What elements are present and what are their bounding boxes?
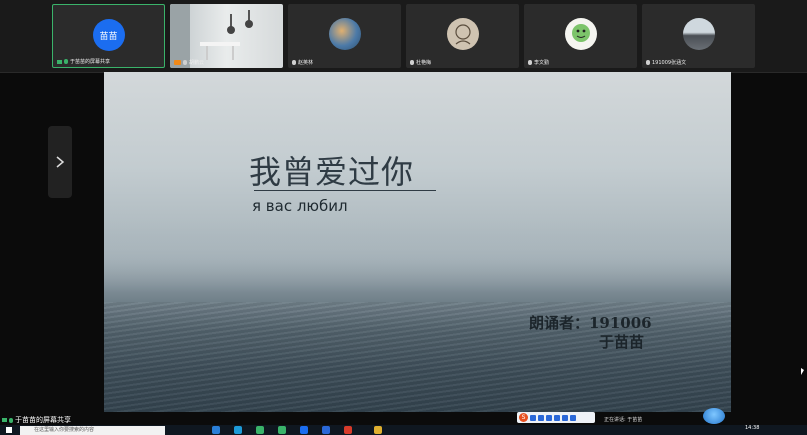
mic-icon	[183, 60, 187, 65]
participant-name: 赵英林	[298, 60, 314, 66]
sogou-logo-icon: S	[519, 413, 528, 422]
fog-layer	[104, 222, 731, 292]
ime-keyboard-icon[interactable]	[554, 414, 560, 421]
participant-tile-3[interactable]: 赵英林	[288, 4, 401, 68]
ime-punct-icon[interactable]	[538, 414, 544, 421]
ime-skin-icon[interactable]	[562, 414, 568, 421]
participant-tile-1[interactable]: 苗苗 于苗苗的屏幕共享	[52, 4, 165, 68]
participant-tile-4[interactable]: 杜艳梅	[406, 4, 519, 68]
chrome-icon[interactable]	[256, 426, 264, 434]
speaking-indicator: 正在讲话: 于苗苗	[604, 417, 643, 423]
participant-name: 于苗苗的屏幕共享	[70, 59, 111, 65]
word-icon[interactable]	[322, 426, 330, 434]
windows-start-icon[interactable]	[6, 427, 12, 433]
sketch-avatar-icon	[446, 18, 479, 50]
mic-icon	[410, 60, 414, 65]
host-badge-icon	[174, 60, 181, 65]
file-explorer-icon[interactable]	[374, 426, 382, 434]
screen-share-icon	[2, 418, 7, 422]
mic-on-icon	[9, 417, 13, 423]
screen-share-icon	[57, 59, 62, 64]
assistant-bubble-icon[interactable]	[703, 408, 725, 424]
browser-icon[interactable]	[234, 426, 242, 434]
mouse-cursor-icon	[801, 368, 804, 375]
reader-name: 于苗苗	[599, 333, 645, 351]
cartoon-avatar-icon	[564, 18, 597, 50]
participant-name: 杜艳梅	[416, 60, 432, 66]
edge-icon[interactable]	[212, 426, 220, 434]
ime-mode-icon[interactable]	[530, 414, 536, 421]
avatar: 苗苗	[92, 19, 125, 51]
landscape-avatar-icon	[682, 18, 715, 50]
participant-name: 191009张涵文	[652, 60, 687, 66]
participant-tile-6[interactable]: 191009张涵文	[642, 4, 755, 68]
participant-strip: 苗苗 于苗苗的屏幕共享 胡鹏云 赵英林 杜艳梅 李文勤 191009张涵文	[0, 0, 807, 73]
mic-icon	[528, 60, 532, 65]
shared-screen-slide: 我曾爱过你 я вас любил 朗诵者：191006 于苗苗	[104, 72, 731, 412]
participant-name: 胡鹏云	[189, 60, 205, 66]
slide-title-chinese: 我曾爱过你	[249, 153, 415, 191]
slide-title-russian: я вас любил	[252, 197, 348, 215]
windows-taskbar: 在这里输入你要搜索的内容 14:38	[0, 425, 807, 435]
title-underline	[254, 190, 436, 191]
ime-toolbar[interactable]: S	[517, 412, 595, 423]
screen-share-label: 于苗苗的屏幕共享	[2, 415, 71, 425]
reader-label: 朗诵者：191006	[529, 314, 652, 332]
ime-menu-icon[interactable]	[570, 414, 576, 421]
mic-icon	[292, 60, 296, 65]
participant-name: 李文勤	[534, 60, 550, 66]
mic-on-icon	[64, 59, 68, 64]
meeting-app-icon[interactable]	[300, 426, 308, 434]
taskbar-search-input[interactable]: 在这里输入你要搜索的内容	[20, 426, 165, 435]
wechat-icon[interactable]	[278, 426, 286, 434]
expand-panel-button[interactable]	[48, 126, 72, 198]
taskbar-clock: 14:38	[745, 425, 760, 431]
participant-tile-5[interactable]: 李文勤	[524, 4, 637, 68]
wps-icon[interactable]	[344, 426, 352, 434]
ime-mic-icon[interactable]	[546, 414, 552, 421]
mic-icon	[646, 60, 650, 65]
chevron-right-icon	[56, 156, 65, 168]
painting-avatar-icon	[328, 18, 361, 50]
participant-tile-2[interactable]: 胡鹏云	[170, 4, 283, 68]
